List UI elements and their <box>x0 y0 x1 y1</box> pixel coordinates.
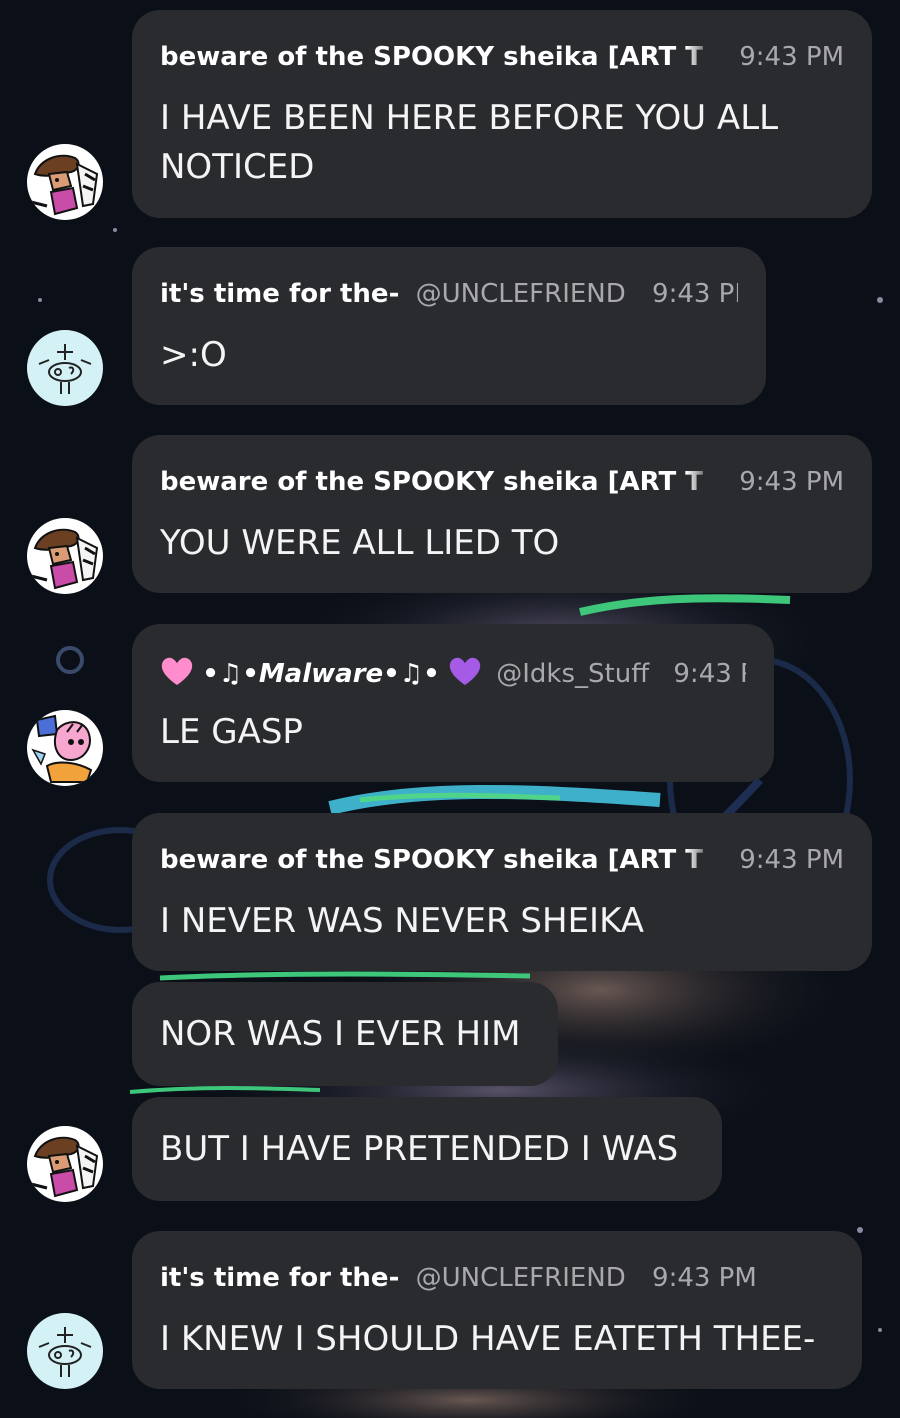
user-avatar[interactable] <box>27 518 103 594</box>
message-text: LE GASP <box>160 708 746 757</box>
author-name[interactable]: beware of the SPOOKY sheika [ART T <box>160 40 714 74</box>
character-avatar-icon <box>27 1126 103 1202</box>
pink-heart-icon <box>161 657 193 685</box>
user-avatar[interactable] <box>27 1126 103 1202</box>
message-text: YOU WERE ALL LIED TO <box>160 519 844 568</box>
message-text: I HAVE BEEN HERE BEFORE YOU ALL NOTICED <box>160 94 844 192</box>
message-line: >:O <box>160 335 227 375</box>
user-avatar[interactable] <box>27 144 103 220</box>
timestamp: 9:43 PM <box>673 659 746 689</box>
message-text: I NEVER WAS NEVER SHEIKA <box>160 897 844 946</box>
message-line: LE GASP <box>160 712 303 752</box>
author-handle[interactable]: @UNCLEFRIEND <box>416 1263 626 1293</box>
message-bubble[interactable]: •♫•Malware•♫• @Idks_Stuff 9:43 PM LE GAS… <box>132 624 774 782</box>
author-name[interactable]: it's time for the- <box>160 279 399 309</box>
message-bubble[interactable]: NOR WAS I EVER HIM <box>132 982 558 1086</box>
message-header: beware of the SPOOKY sheika [ART T 9:43 … <box>160 465 844 499</box>
purple-heart-icon <box>449 657 481 685</box>
message-header: •♫•Malware•♫• @Idks_Stuff 9:43 PM <box>160 656 746 690</box>
user-avatar[interactable] <box>27 330 103 406</box>
message-line: BUT I HAVE PRETENDED I WAS <box>160 1129 679 1169</box>
timestamp: 9:43 PM <box>721 40 844 74</box>
message-line: I NEVER WAS NEVER SHEIKA <box>160 901 645 941</box>
author-name[interactable]: •♫•Malware•♫• <box>202 659 439 689</box>
doodle-creature-avatar-icon <box>27 330 103 406</box>
character-avatar-icon <box>27 518 103 594</box>
message-bubble[interactable]: beware of the SPOOKY sheika [ART T 9:43 … <box>132 435 872 593</box>
author-name[interactable]: it's time for the- <box>160 1263 399 1293</box>
author-handle[interactable]: @UNCLEFRIEND <box>416 279 626 309</box>
message-header: it's time for the- @UNCLEFRIEND 9:43 PM <box>160 277 738 311</box>
pink-character-avatar-icon <box>27 710 103 786</box>
message-line: I KNEW I SHOULD HAVE EATETH THEE- <box>160 1319 816 1359</box>
message-text: BUT I HAVE PRETENDED I WAS <box>160 1125 694 1174</box>
message-header: beware of the SPOOKY sheika [ART T 9:43 … <box>160 40 844 74</box>
message-text: NOR WAS I EVER HIM <box>160 1010 530 1059</box>
message-text: >:O <box>160 331 738 380</box>
character-avatar-icon <box>27 144 103 220</box>
message-bubble[interactable]: it's time for the- @UNCLEFRIEND 9:43 PM … <box>132 247 766 405</box>
timestamp: 9:43 PM <box>652 279 738 309</box>
author-name[interactable]: beware of the SPOOKY sheika [ART T <box>160 465 714 499</box>
user-avatar[interactable] <box>27 710 103 786</box>
message-bubble[interactable]: beware of the SPOOKY sheika [ART T 9:43 … <box>132 10 872 218</box>
message-bubble[interactable]: beware of the SPOOKY sheika [ART T 9:43 … <box>132 813 872 971</box>
timestamp: 9:43 PM <box>721 465 844 499</box>
message-header: beware of the SPOOKY sheika [ART T 9:43 … <box>160 843 844 877</box>
user-avatar[interactable] <box>27 1313 103 1389</box>
message-bubble[interactable]: BUT I HAVE PRETENDED I WAS <box>132 1097 722 1201</box>
timestamp: 9:43 PM <box>652 1263 757 1293</box>
message-line: NOR WAS I EVER HIM <box>160 1014 521 1054</box>
message-text: I KNEW I SHOULD HAVE EATETH THEE- <box>160 1315 834 1364</box>
author-handle[interactable]: @Idks_Stuff <box>496 659 649 689</box>
timestamp: 9:43 PM <box>721 843 844 877</box>
doodle-creature-avatar-icon <box>27 1313 103 1389</box>
message-line: I HAVE BEEN HERE BEFORE YOU ALL <box>160 98 779 138</box>
message-header: it's time for the- @UNCLEFRIEND 9:43 PM <box>160 1261 834 1295</box>
message-line: NOTICED <box>160 147 315 187</box>
message-line: YOU WERE ALL LIED TO <box>160 523 560 563</box>
author-name[interactable]: beware of the SPOOKY sheika [ART T <box>160 843 714 877</box>
message-bubble[interactable]: it's time for the- @UNCLEFRIEND 9:43 PM … <box>132 1231 862 1389</box>
